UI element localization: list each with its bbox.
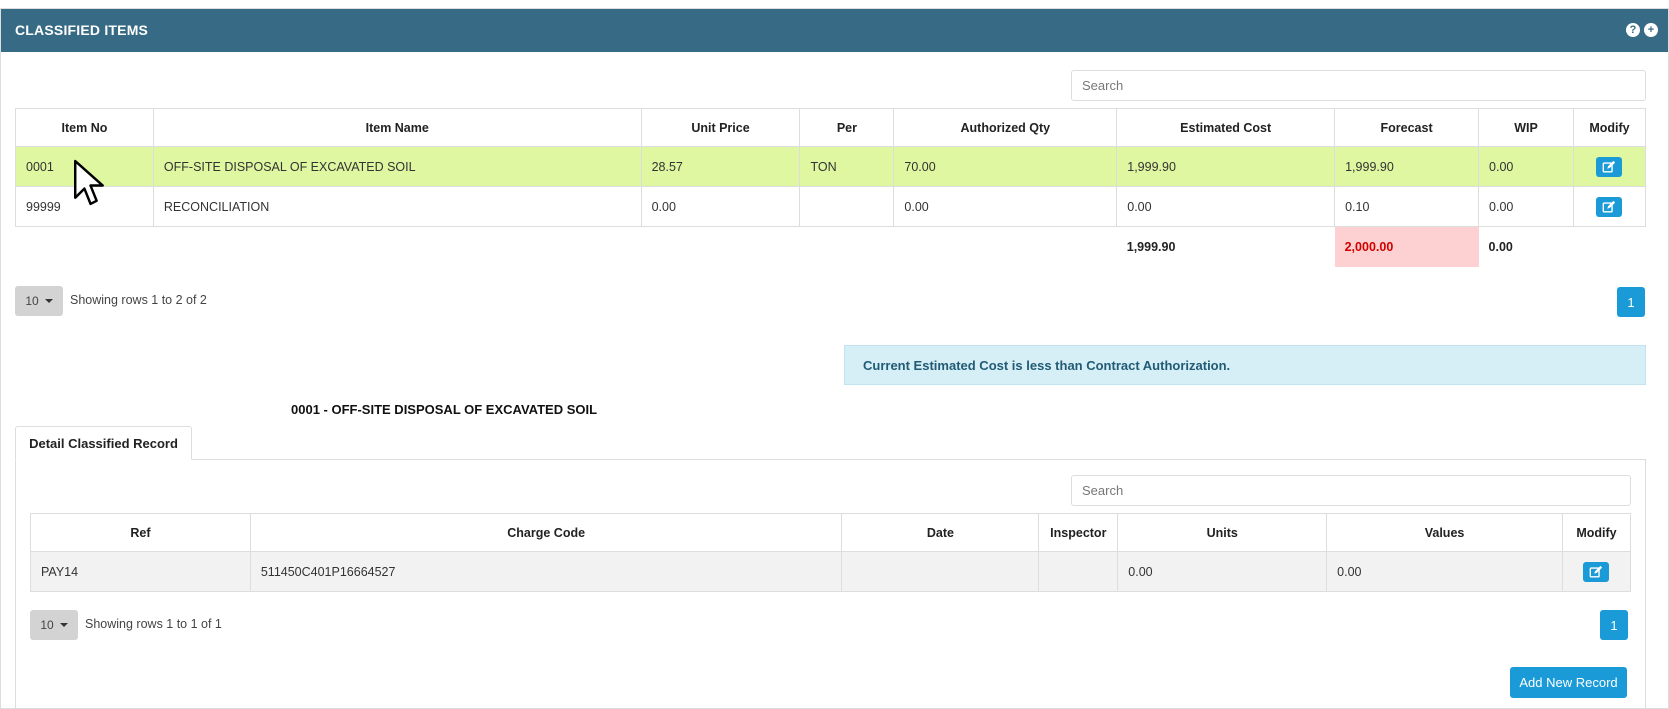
col-header-authorized-qty[interactable]: Authorized Qty	[893, 108, 1118, 147]
panel-header: CLASSIFIED ITEMS ? +	[1, 9, 1668, 52]
help-icon[interactable]: ?	[1626, 23, 1640, 37]
col-header-modify: Modify	[1561, 513, 1632, 552]
col-header-forecast[interactable]: Forecast	[1334, 108, 1480, 147]
cell-estimated-cost: 0.00	[1116, 186, 1336, 227]
total-forecast: 2,000.00	[1334, 226, 1479, 267]
cell-unit-price: 0.00	[640, 186, 801, 227]
table-header-row: Item No Item Name Unit Price Per Authori…	[15, 108, 1647, 147]
detail-records-table: Ref Charge Code Date Inspector Units Val…	[30, 513, 1632, 592]
detail-page-1-button[interactable]: 1	[1600, 610, 1628, 640]
cell-values: 0.00	[1326, 551, 1563, 592]
col-header-ref[interactable]: Ref	[30, 513, 251, 552]
edit-button[interactable]	[1596, 156, 1623, 177]
cell-modify	[1572, 186, 1647, 227]
cell-date	[841, 551, 1040, 592]
cell-forecast: 0.10	[1334, 186, 1480, 227]
caret-down-icon	[44, 299, 53, 303]
detail-title: 0001 - OFF-SITE DISPOSAL OF EXCAVATED SO…	[291, 402, 598, 417]
col-header-wip[interactable]: WIP	[1478, 108, 1574, 147]
cell-units: 0.00	[1117, 551, 1328, 592]
col-header-estimated-cost[interactable]: Estimated Cost	[1116, 108, 1336, 147]
total-estimated-cost: 1,999.90	[1126, 239, 1176, 254]
cell-per	[799, 186, 895, 227]
cell-modify	[1561, 551, 1632, 592]
edit-icon	[1603, 160, 1616, 173]
edit-icon	[1590, 565, 1603, 578]
col-header-inspector[interactable]: Inspector	[1038, 513, 1119, 552]
cell-item-name: OFF-SITE DISPOSAL OF EXCAVATED SOIL	[152, 146, 642, 187]
pagination-info: Showing rows 1 to 2 of 2	[70, 293, 207, 307]
cell-modify	[1572, 146, 1647, 187]
col-header-item-no[interactable]: Item No	[15, 108, 154, 147]
col-header-modify: Modify	[1572, 108, 1647, 147]
caret-down-icon	[59, 623, 68, 627]
cell-ref: PAY14	[30, 551, 251, 592]
table-row[interactable]: 0001 OFF-SITE DISPOSAL OF EXCAVATED SOIL…	[15, 146, 1647, 187]
cell-authorized-qty: 70.00	[893, 146, 1118, 187]
col-header-date[interactable]: Date	[841, 513, 1040, 552]
items-search-input[interactable]	[1071, 70, 1646, 101]
header-icons: ? +	[1626, 23, 1658, 37]
col-header-item-name[interactable]: Item Name	[152, 108, 642, 147]
detail-pagination-info: Showing rows 1 to 1 of 1	[85, 617, 222, 631]
col-header-unit-price[interactable]: Unit Price	[640, 108, 801, 147]
cell-forecast: 1,999.90	[1334, 146, 1480, 187]
add-circle-icon[interactable]: +	[1644, 23, 1658, 37]
classified-items-table: Item No Item Name Unit Price Per Authori…	[15, 108, 1647, 267]
col-header-charge-code[interactable]: Charge Code	[249, 513, 843, 552]
cell-item-no: 99999	[15, 186, 154, 227]
panel-title: CLASSIFIED ITEMS	[15, 22, 149, 38]
cell-estimated-cost: 1,999.90	[1116, 146, 1336, 187]
cell-inspector	[1038, 551, 1119, 592]
total-wip: 0.00	[1488, 239, 1513, 254]
table-header-row: Ref Charge Code Date Inspector Units Val…	[30, 513, 1632, 552]
table-row[interactable]: 99999 RECONCILIATION 0.00 0.00 0.00 0.10…	[15, 186, 1647, 227]
cell-item-no: 0001	[15, 146, 154, 187]
page-size-dropdown[interactable]: 10	[15, 286, 63, 316]
edit-button[interactable]	[1596, 196, 1623, 217]
col-header-units[interactable]: Units	[1117, 513, 1328, 552]
detail-search-input[interactable]	[1071, 475, 1631, 506]
cell-wip: 0.00	[1478, 186, 1574, 227]
page-size-value: 10	[25, 294, 39, 308]
cell-unit-price: 28.57	[640, 146, 801, 187]
cell-wip: 0.00	[1478, 146, 1574, 187]
page-1-button[interactable]: 1	[1617, 287, 1645, 317]
table-row[interactable]: PAY14 511450C401P16664527 0.00 0.00	[30, 551, 1632, 592]
cell-per: TON	[799, 146, 895, 187]
col-header-values[interactable]: Values	[1326, 513, 1563, 552]
info-alert: Current Estimated Cost is less than Cont…	[844, 345, 1646, 385]
cell-charge-code: 511450C401P16664527	[249, 551, 843, 592]
totals-row: 1,999.90 2,000.00 0.00	[16, 226, 1646, 267]
cell-item-name: RECONCILIATION	[152, 186, 642, 227]
add-new-record-button[interactable]: Add New Record	[1510, 667, 1627, 698]
col-header-per[interactable]: Per	[799, 108, 895, 147]
tab-detail-classified-record[interactable]: Detail Classified Record	[15, 426, 192, 460]
page-size-value: 10	[40, 618, 54, 632]
edit-icon	[1603, 200, 1616, 213]
edit-button[interactable]	[1583, 561, 1610, 582]
cell-authorized-qty: 0.00	[893, 186, 1118, 227]
detail-page-size-dropdown[interactable]: 10	[30, 610, 78, 640]
